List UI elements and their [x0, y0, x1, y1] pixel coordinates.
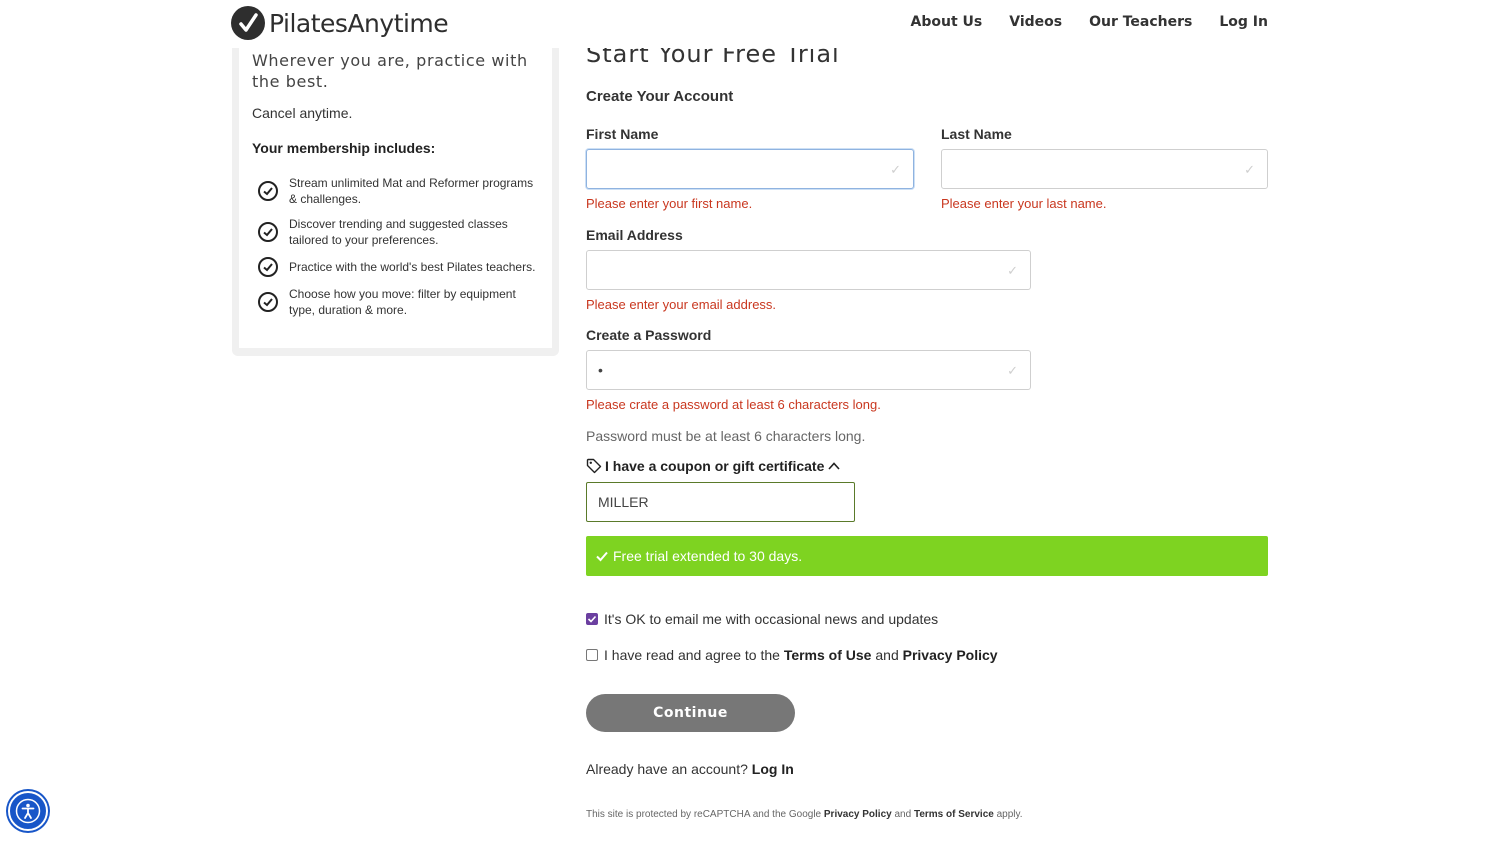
tag-icon — [586, 458, 602, 474]
coupon-success-text: Free trial extended to 30 days. — [613, 548, 803, 564]
recaptcha-notice: This site is protected by reCAPTCHA and … — [586, 809, 1023, 820]
email-error: Please enter your email address. — [586, 297, 777, 312]
main-nav: About Us Videos Our Teachers Log In — [911, 14, 1268, 30]
checkmark-icon: ✓ — [1244, 162, 1255, 177]
membership-card: Wherever you are, practice with the best… — [232, 40, 559, 356]
password-input[interactable]: • ✓ — [586, 350, 1031, 390]
password-hint: Password must be at least 6 characters l… — [586, 428, 866, 444]
benefit-item: Choose how you move: filter by equipment… — [252, 286, 539, 318]
create-account-heading: Create Your Account — [586, 88, 734, 105]
logo[interactable]: PilatesAnytime — [231, 6, 449, 40]
nav-about-us[interactable]: About Us — [911, 14, 983, 30]
logo-text: PilatesAnytime — [269, 8, 449, 38]
first-name-error: Please enter your first name. — [586, 196, 753, 211]
first-name-input[interactable]: ✓ — [586, 149, 914, 189]
already-prefix: Already have an account? — [586, 761, 752, 777]
benefit-text: Practice with the world's best Pilates t… — [289, 260, 536, 274]
coupon-input[interactable]: MILLER — [586, 482, 855, 522]
nav-videos[interactable]: Videos — [1009, 14, 1062, 30]
benefit-text: Choose how you move: filter by equipment… — [289, 287, 516, 317]
benefit-text: Discover trending and suggested classes … — [289, 217, 508, 247]
checkmark-icon: ✓ — [890, 162, 901, 177]
privacy-policy-link[interactable]: Privacy Policy — [903, 647, 998, 663]
recaptcha-and: and — [891, 809, 914, 820]
optin-row: It's OK to email me with occasional news… — [586, 611, 938, 627]
continue-button[interactable]: Continue — [586, 694, 795, 732]
check-circle-icon — [258, 257, 278, 277]
checkmark-icon: ✓ — [1007, 263, 1018, 278]
check-circle-icon — [258, 292, 278, 312]
password-value: • — [598, 362, 603, 378]
terms-prefix: I have read and agree to the — [604, 647, 784, 663]
accessibility-icon[interactable] — [8, 791, 48, 831]
last-name-error: Please enter your last name. — [941, 196, 1107, 211]
benefit-item: Practice with the world's best Pilates t… — [252, 257, 539, 277]
benefits-list: Stream unlimited Mat and Reformer progra… — [252, 175, 539, 318]
membership-includes-title: Your membership includes: — [252, 140, 436, 156]
password-label: Create a Password — [586, 327, 712, 343]
recaptcha-terms-link[interactable]: Terms of Service — [914, 809, 994, 820]
card-tagline: Wherever you are, practice with the best… — [252, 51, 528, 91]
terms-checkbox[interactable] — [586, 649, 598, 661]
recaptcha-prefix: This site is protected by reCAPTCHA and … — [586, 809, 824, 820]
email-label: Email Address — [586, 227, 683, 243]
benefit-item: Discover trending and suggested classes … — [252, 216, 539, 248]
coupon-value: MILLER — [598, 494, 649, 510]
last-name-input[interactable]: ✓ — [941, 149, 1268, 189]
benefit-item: Stream unlimited Mat and Reformer progra… — [252, 175, 539, 207]
email-input[interactable]: ✓ — [586, 250, 1031, 290]
login-link[interactable]: Log In — [752, 761, 794, 777]
terms-and: and — [871, 647, 903, 663]
optin-checkbox[interactable] — [586, 613, 598, 625]
last-name-label: Last Name — [941, 126, 1012, 142]
check-circle-icon — [258, 222, 278, 242]
membership-card-inner: Wherever you are, practice with the best… — [239, 40, 552, 348]
checkmark-icon — [595, 549, 609, 563]
coupon-success-banner: Free trial extended to 30 days. — [586, 536, 1268, 576]
check-circle-icon — [258, 181, 278, 201]
site-header: PilatesAnytime About Us Videos Our Teach… — [0, 0, 1500, 48]
recaptcha-suffix: apply. — [993, 809, 1023, 820]
terms-of-use-link[interactable]: Terms of Use — [784, 647, 872, 663]
first-name-label: First Name — [586, 126, 659, 142]
logo-mark-icon — [231, 6, 265, 40]
coupon-toggle[interactable]: I have a coupon or gift certificate — [586, 458, 841, 474]
nav-log-in[interactable]: Log In — [1219, 14, 1268, 30]
password-error: Please crate a password at least 6 chara… — [586, 397, 881, 412]
cancel-anytime-text: Cancel anytime. — [252, 105, 353, 121]
already-have-account: Already have an account? Log In — [586, 761, 794, 777]
benefit-text: Stream unlimited Mat and Reformer progra… — [289, 176, 534, 206]
optin-label: It's OK to email me with occasional news… — [604, 611, 939, 627]
terms-row: I have read and agree to the Terms of Us… — [586, 647, 998, 663]
coupon-toggle-label: I have a coupon or gift certificate — [605, 458, 825, 474]
nav-our-teachers[interactable]: Our Teachers — [1089, 14, 1192, 30]
chevron-up-icon — [827, 459, 841, 473]
checkmark-icon: ✓ — [1007, 363, 1018, 378]
recaptcha-privacy-link[interactable]: Privacy Policy — [824, 809, 892, 820]
